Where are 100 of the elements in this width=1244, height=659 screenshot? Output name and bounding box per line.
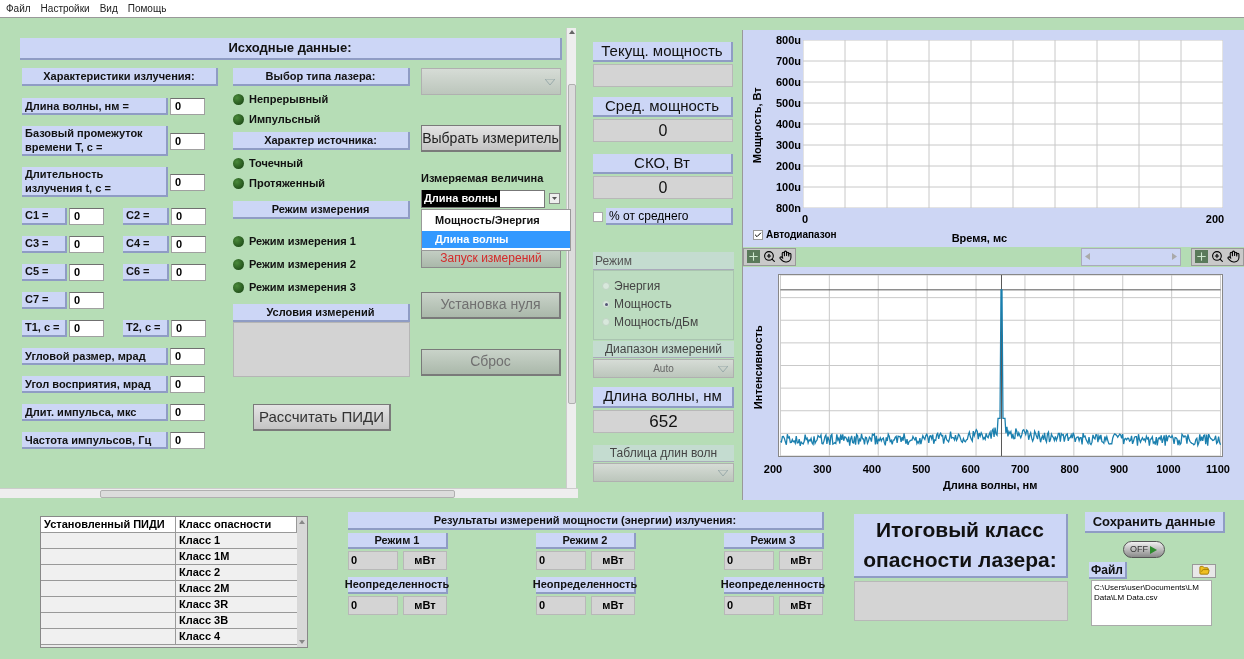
mode-label: Режим 2 bbox=[536, 533, 636, 549]
input-field[interactable]: 0 bbox=[69, 208, 104, 225]
input-field[interactable]: 0 bbox=[69, 292, 104, 309]
input-field[interactable]: 0 bbox=[69, 264, 104, 281]
axis-tick-label: 200 bbox=[1204, 212, 1226, 227]
axis-tick-label: 200u bbox=[775, 159, 802, 173]
field-label: Диапазон измерений bbox=[593, 341, 734, 358]
table-scrollbar[interactable] bbox=[297, 517, 307, 647]
axis-title: Время, мс bbox=[951, 231, 1008, 247]
scroll-down-arrow-icon bbox=[299, 640, 306, 644]
zoom-icon[interactable] bbox=[763, 250, 776, 263]
checkbox-label: Автодиапазон bbox=[766, 228, 837, 242]
scroll-left-arrow-icon bbox=[1085, 253, 1090, 260]
input-field[interactable]: 0 bbox=[171, 236, 206, 253]
field-label: C3 = bbox=[22, 236, 67, 253]
led-label: Протяженный bbox=[249, 175, 326, 191]
axis-tick-label: 600u bbox=[775, 75, 802, 89]
input-field[interactable]: 0 bbox=[170, 173, 205, 191]
field-label: Таблица длин волн bbox=[593, 445, 734, 462]
led-label: Режим измерения 3 bbox=[249, 279, 356, 295]
crosshair-icon[interactable] bbox=[747, 250, 760, 263]
field-label: C7 = bbox=[22, 292, 67, 309]
crosshair-icon[interactable] bbox=[1195, 250, 1208, 263]
field-label: Базовый промежуток времени T, с = bbox=[22, 126, 168, 156]
checkbox[interactable] bbox=[753, 229, 763, 240]
value-display: 0 bbox=[536, 551, 586, 570]
section-header: Условия измерений bbox=[233, 304, 410, 322]
field-label: Угловой размер, мрад bbox=[22, 348, 168, 365]
section-header: Результаты измерений мощности (энергии) излучения: bbox=[348, 512, 824, 530]
section-header: Характер источника: bbox=[233, 132, 410, 150]
graph-tool-palette[interactable] bbox=[743, 247, 796, 266]
menu-item[interactable]: Файл bbox=[6, 1, 31, 16]
field-label: Файл bbox=[1089, 562, 1127, 579]
dropdown[interactable]: Длина волны bbox=[421, 189, 545, 208]
table-cell: Класс 2M bbox=[176, 581, 298, 597]
menu-item[interactable]: Настройки bbox=[40, 1, 90, 16]
menu-item[interactable]: Помощь bbox=[127, 1, 167, 16]
section-header: Режим измерения bbox=[233, 201, 410, 219]
readout-value: 652 bbox=[593, 410, 734, 433]
field-label: C1 = bbox=[22, 208, 67, 225]
axis-tick-label: 800 bbox=[1059, 461, 1080, 477]
axis-tick-label: 900 bbox=[1108, 461, 1130, 477]
unit-label: мВт bbox=[591, 551, 635, 570]
radio-label: Энергия bbox=[614, 278, 661, 295]
unit-label: мВт bbox=[403, 596, 447, 615]
readout-label: СКО, Вт bbox=[593, 154, 733, 174]
input-field[interactable]: 0 bbox=[69, 236, 104, 253]
input-field[interactable]: 0 bbox=[170, 432, 205, 449]
panel-title: Исходные данные: bbox=[20, 38, 562, 60]
input-field[interactable]: 0 bbox=[171, 264, 206, 281]
input-field[interactable]: 0 bbox=[171, 208, 206, 225]
calculate-button[interactable]: Рассчитать ПИДИ bbox=[253, 404, 391, 431]
mode-label: Режим 1 bbox=[348, 533, 448, 549]
file-path-field[interactable]: C:\Users\user\Documents\LM Data\LM Data.csv bbox=[1091, 580, 1212, 626]
table-cell: Класс 2 bbox=[176, 565, 298, 581]
menu-item[interactable]: Вид bbox=[99, 1, 118, 16]
input-field[interactable]: 0 bbox=[170, 132, 205, 150]
section-header: Выбор типа лазера: bbox=[233, 68, 410, 86]
hand-icon[interactable] bbox=[1227, 250, 1240, 263]
input-field[interactable]: 0 bbox=[170, 376, 205, 393]
plot-scrollbar[interactable] bbox=[1081, 247, 1181, 266]
vertical-scrollbar[interactable] bbox=[566, 28, 576, 488]
button[interactable]: Выбрать измеритель bbox=[421, 125, 561, 152]
input-field[interactable]: 0 bbox=[171, 320, 206, 337]
checkbox-label: % от среднего bbox=[606, 208, 733, 225]
toggle-switch[interactable]: OFF bbox=[1123, 541, 1165, 558]
field-label: C5 = bbox=[22, 264, 67, 281]
field-label: C4 = bbox=[123, 236, 169, 253]
zoom-icon[interactable] bbox=[1211, 250, 1224, 263]
dropdown-arrow-icon bbox=[545, 78, 555, 85]
input-field[interactable]: 0 bbox=[170, 348, 205, 365]
title-label: Итоговый класс опасности лазера: bbox=[854, 514, 1068, 578]
checkbox[interactable] bbox=[593, 211, 603, 222]
input-field[interactable]: 0 bbox=[170, 98, 205, 115]
field-label: Длительность излучения t, с = bbox=[22, 167, 168, 197]
input-field[interactable]: 0 bbox=[170, 404, 205, 421]
unit-label: мВт bbox=[591, 596, 635, 615]
axis-tick-label: 800n bbox=[775, 201, 802, 215]
hand-icon[interactable] bbox=[779, 250, 792, 263]
readout-value: 0 bbox=[593, 176, 733, 199]
field-label: Угол восприятия, мрад bbox=[22, 376, 168, 393]
dropdown-arrow-icon bbox=[718, 469, 728, 476]
axis-tick-label: 300u bbox=[775, 138, 802, 152]
radio-label: Мощность bbox=[614, 296, 672, 313]
scroll-up-arrow-icon bbox=[568, 30, 575, 34]
value-display: 0 bbox=[724, 551, 774, 570]
graph-tool-palette[interactable] bbox=[1191, 247, 1244, 266]
folder-icon[interactable] bbox=[1192, 563, 1216, 578]
axis-title: Мощность, Вт bbox=[749, 86, 764, 166]
input-field[interactable]: 0 bbox=[69, 320, 104, 337]
mode-label: Режим 3 bbox=[724, 533, 824, 549]
menu-item[interactable]: Мощность/Энергия bbox=[422, 211, 570, 229]
axis-tick-label: 800u bbox=[775, 33, 802, 47]
axis-tick-label: 600 bbox=[960, 461, 981, 477]
horizontal-scrollbar[interactable] bbox=[0, 488, 578, 498]
unit-label: мВт bbox=[403, 551, 447, 570]
group-label: Режим bbox=[593, 252, 734, 270]
radio-label: Мощность/дБм bbox=[614, 314, 699, 331]
readout-label: Длина волны, нм bbox=[593, 387, 734, 408]
field-label: Частота импульсов, Гц bbox=[22, 432, 168, 449]
